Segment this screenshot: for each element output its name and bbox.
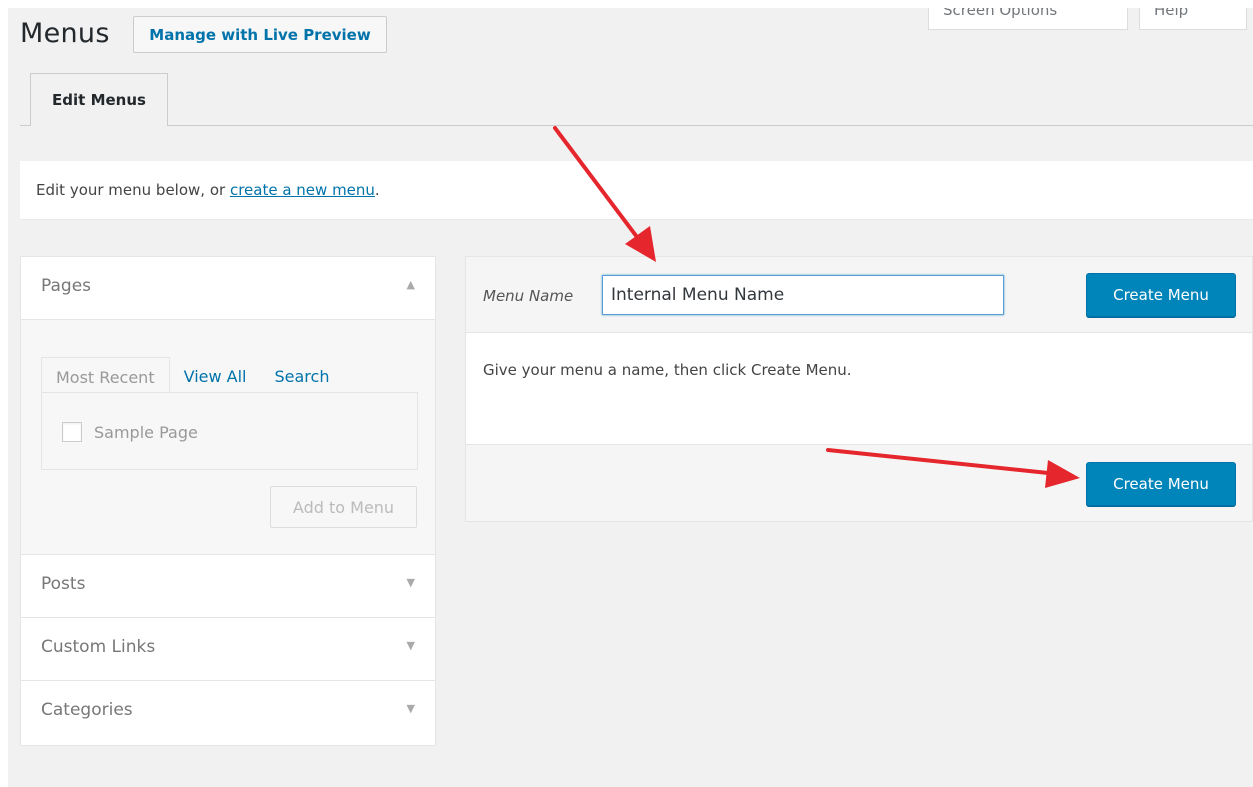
admin-page: Screen Options Help Menus Manage with Li… <box>8 8 1253 787</box>
red-arrow-icon <box>826 448 1080 488</box>
annotation-overlay <box>553 126 1080 488</box>
red-arrow-icon <box>553 126 656 262</box>
